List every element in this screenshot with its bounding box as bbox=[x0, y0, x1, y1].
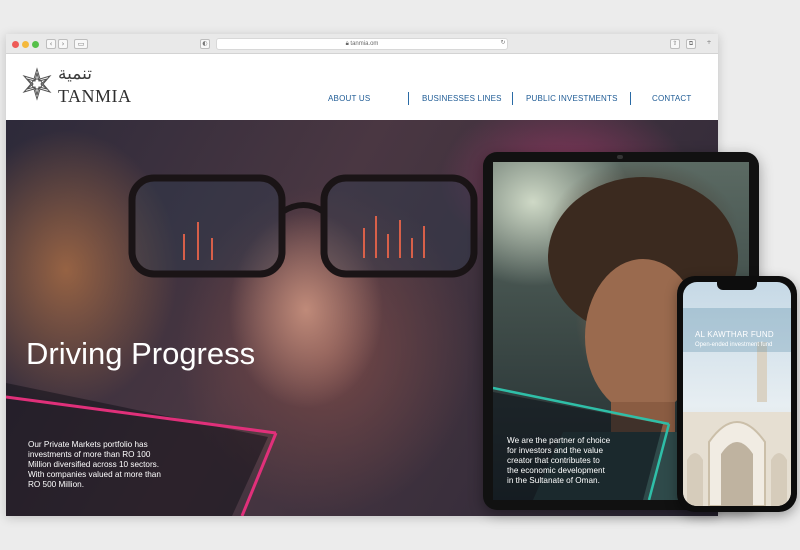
address-bar[interactable]: 🔒︎ tanmia.om bbox=[216, 38, 508, 50]
tablet-description-line: We are the partner of choice bbox=[507, 436, 611, 445]
phone-device: AL KAWTHAR FUND Open-ended investment fu… bbox=[677, 276, 797, 512]
hero-description-line: RO 500 Million. bbox=[28, 480, 84, 489]
phone-photo-mosque bbox=[683, 342, 791, 506]
nav-businesses-lines[interactable]: BUSINESSES LINES bbox=[422, 94, 502, 103]
phone-notch bbox=[717, 282, 757, 290]
nav-public-investments[interactable]: PUBLIC INVESTMENTS bbox=[526, 94, 618, 103]
logo-wordmark[interactable]: TANMIA bbox=[58, 86, 132, 107]
logo-arabic-text: تنمية bbox=[58, 64, 92, 84]
tablet-description-line: for investors and the value bbox=[507, 446, 604, 455]
browser-toolbar: ‹ › ▭ ◐ 🔒︎ tanmia.om ↻ ⇧ ⧉ + bbox=[6, 34, 718, 54]
maximize-window-button[interactable] bbox=[32, 41, 39, 48]
forward-icon[interactable]: › bbox=[58, 39, 68, 49]
tablet-description-line: creator that contributes to bbox=[507, 456, 600, 465]
url-text: tanmia.om bbox=[350, 41, 379, 47]
tablet-description: We are the partner of choice for investo… bbox=[507, 436, 610, 486]
hero-description-line: Our Private Markets portfolio has bbox=[28, 440, 148, 449]
privacy-shield-icon[interactable]: ◐ bbox=[200, 39, 210, 49]
reload-icon[interactable]: ↻ bbox=[498, 39, 508, 49]
sidebar-icon[interactable]: ▭ bbox=[74, 39, 88, 49]
hero-description-line: Million diversified across 10 sectors. bbox=[28, 460, 160, 469]
tablet-description-line: the economic development bbox=[507, 466, 605, 475]
phone-fund-title[interactable]: AL KAWTHAR FUND bbox=[695, 330, 774, 339]
phone-fund-subtitle: Open-ended investment fund bbox=[695, 342, 773, 348]
nav-divider bbox=[630, 92, 631, 105]
phone-screen: AL KAWTHAR FUND Open-ended investment fu… bbox=[683, 282, 791, 506]
nav-about-us[interactable]: ABOUT US bbox=[328, 94, 370, 103]
hero-description-line: With companies valued at more than bbox=[28, 470, 161, 479]
hero-title: Driving Progress bbox=[26, 336, 256, 371]
new-tab-icon[interactable]: + bbox=[704, 39, 714, 49]
tanmia-logo-icon[interactable] bbox=[20, 67, 54, 101]
hero-description-line: investments of more than RO 100 bbox=[28, 450, 151, 459]
tablet-camera bbox=[617, 155, 623, 159]
share-icon[interactable]: ⇧ bbox=[670, 39, 680, 49]
nav-divider bbox=[512, 92, 513, 105]
minimize-window-button[interactable] bbox=[22, 41, 29, 48]
hero-photo-glasses bbox=[128, 174, 478, 278]
main-navigation: ABOUT US BUSINESSES LINES PUBLIC INVESTM… bbox=[298, 92, 718, 108]
tabs-overview-icon[interactable]: ⧉ bbox=[686, 39, 696, 49]
nav-contact[interactable]: CONTACT bbox=[652, 94, 691, 103]
back-icon[interactable]: ‹ bbox=[46, 39, 56, 49]
site-header: تنمية TANMIA ABOUT US BUSINESSES LINES P… bbox=[6, 54, 718, 120]
nav-divider bbox=[408, 92, 409, 105]
close-window-button[interactable] bbox=[12, 41, 19, 48]
hero-description: Our Private Markets portfolio has invest… bbox=[28, 440, 196, 490]
tablet-description-line: in the Sultanate of Oman. bbox=[507, 476, 600, 485]
